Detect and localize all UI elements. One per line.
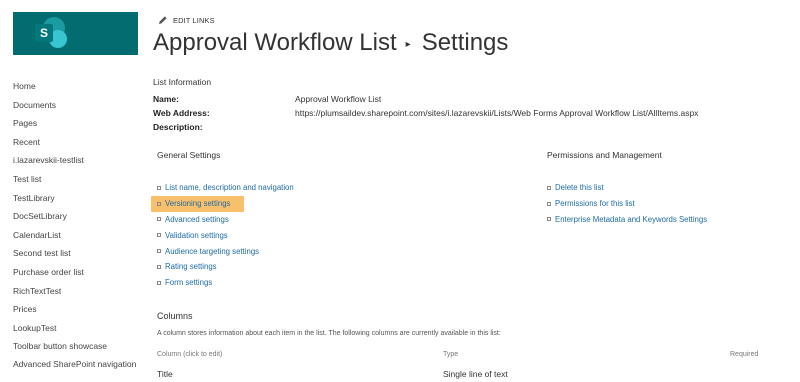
bullet-icon [157, 185, 161, 190]
page-title-list-link[interactable]: Approval Workflow List [153, 29, 397, 57]
sharepoint-icon: S [33, 17, 69, 51]
bullet-icon [547, 185, 551, 190]
columns-heading: Columns [157, 311, 193, 321]
column-header-name: Column (click to edit) [157, 351, 223, 358]
rating-settings-link[interactable]: Rating settings [153, 259, 294, 275]
nav-item-second-test-list[interactable]: Second test list [13, 244, 143, 263]
delete-list-link[interactable]: Delete this list [543, 180, 707, 196]
description-label: Description: [153, 122, 203, 132]
name-row: Name: Approval Workflow List [153, 94, 381, 104]
general-settings-heading: General Settings [157, 150, 221, 160]
general-settings-links: List name, description and navigation Ve… [151, 180, 294, 291]
nav-item-prices[interactable]: Prices [13, 300, 143, 319]
column-header-type: Type [443, 351, 459, 358]
page-title: Approval Workflow List ▸ Settings [153, 29, 508, 57]
nav-item-richtexttest[interactable]: RichTextTest [13, 282, 143, 301]
quick-launch-nav: Home Documents Pages Recent i.lazarevski… [13, 77, 143, 382]
pencil-icon [159, 16, 167, 24]
nav-item-testlibrary[interactable]: TestLibrary [13, 189, 143, 208]
link-label: Advanced settings [165, 214, 229, 224]
column-row-title-link[interactable]: Title [157, 369, 173, 379]
site-logo[interactable]: S [13, 12, 138, 55]
nav-item-purchase-order-list[interactable]: Purchase order list [13, 263, 143, 282]
bullet-icon [157, 233, 161, 238]
column-row-type: Single line of text [443, 369, 508, 379]
link-label: List name, description and navigation [165, 183, 294, 193]
permissions-for-list-link[interactable]: Permissions for this list [543, 196, 707, 212]
advanced-settings-link[interactable]: Advanced settings [153, 212, 294, 228]
validation-settings-link[interactable]: Validation settings [153, 227, 294, 243]
nav-item-calendarlist[interactable]: CalendarList [13, 226, 143, 245]
nav-item-advanced-navigation[interactable]: Advanced SharePoint navigation [13, 356, 143, 382]
bullet-icon [157, 280, 161, 285]
permissions-management-heading: Permissions and Management [547, 150, 662, 160]
nav-item-test-list[interactable]: Test list [13, 170, 143, 189]
link-label: Validation settings [165, 230, 228, 240]
nav-item-documents[interactable]: Documents [13, 96, 143, 115]
page-title-settings: Settings [421, 29, 509, 56]
web-address-row: Web Address: https://plumsaildev.sharepo… [153, 108, 698, 118]
nav-item-docsetlibrary[interactable]: DocSetLibrary [13, 207, 143, 226]
breadcrumb-separator-icon: ▸ [405, 38, 411, 50]
description-row: Description: [153, 122, 295, 132]
name-value: Approval Workflow List [295, 94, 382, 104]
bullet-icon [547, 201, 551, 206]
list-information-heading: List Information [153, 77, 212, 87]
nav-item-lookuptest[interactable]: LookupTest [13, 319, 143, 338]
permissions-links: Delete this list Permissions for this li… [543, 180, 707, 227]
form-settings-link[interactable]: Form settings [153, 275, 294, 291]
list-name-description-link[interactable]: List name, description and navigation [153, 180, 294, 196]
link-label: Versioning settings [165, 199, 231, 209]
nav-item-home[interactable]: Home [13, 77, 143, 96]
columns-description: A column stores information about each i… [157, 330, 501, 337]
logo-letter: S [35, 24, 53, 42]
edit-links-button[interactable]: EDIT LINKS [158, 14, 215, 26]
link-label: Form settings [165, 278, 213, 288]
link-label: Rating settings [165, 262, 217, 272]
web-address-label: Web Address: [153, 108, 210, 118]
name-label: Name: [153, 94, 179, 104]
nav-item-testlist[interactable]: i.lazarevskii-testlist [13, 151, 143, 170]
versioning-settings-link[interactable]: Versioning settings [151, 195, 244, 212]
nav-item-toolbar-button-showcase[interactable]: Toolbar button showcase [13, 337, 143, 356]
link-label: Audience targeting settings [165, 246, 260, 256]
column-header-required: Required [730, 351, 759, 358]
edit-links-label: EDIT LINKS [173, 15, 215, 25]
enterprise-metadata-link[interactable]: Enterprise Metadata and Keywords Setting… [543, 212, 707, 228]
bullet-icon [157, 217, 161, 222]
web-address-value: https://plumsaildev.sharepoint.com/sites… [295, 108, 699, 118]
link-label: Delete this list [555, 183, 604, 193]
link-label: Permissions for this list [555, 199, 635, 209]
bullet-icon [157, 264, 161, 269]
link-label: Enterprise Metadata and Keywords Setting… [555, 214, 708, 224]
bullet-icon [547, 217, 551, 222]
nav-item-pages[interactable]: Pages [13, 114, 143, 133]
nav-item-recent[interactable]: Recent [13, 133, 143, 152]
bullet-icon [157, 249, 161, 254]
bullet-icon [157, 201, 161, 206]
audience-targeting-settings-link[interactable]: Audience targeting settings [153, 243, 294, 259]
